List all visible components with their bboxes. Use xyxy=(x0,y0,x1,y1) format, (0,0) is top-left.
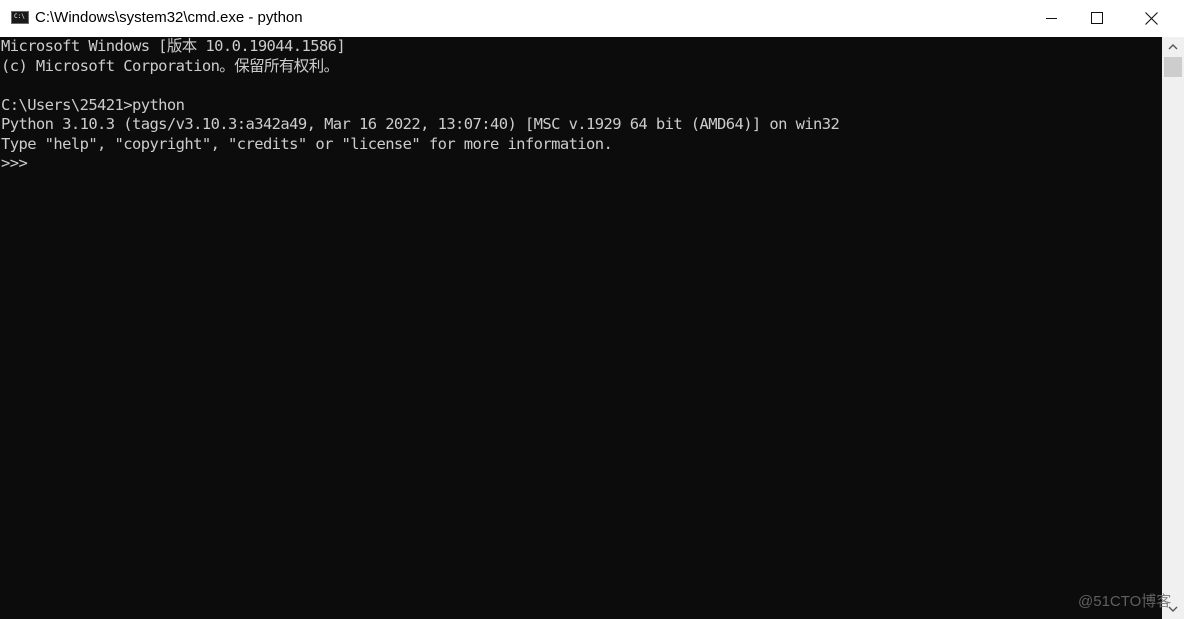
console-line: C:\Users\25421>python xyxy=(1,95,185,114)
window-title: C:\Windows\system32\cmd.exe - python xyxy=(35,9,303,26)
vertical-scrollbar[interactable] xyxy=(1162,37,1184,619)
scroll-up-button[interactable] xyxy=(1162,37,1184,57)
minimize-button[interactable] xyxy=(1028,0,1074,36)
watermark: @51CTO博客 xyxy=(1078,593,1172,610)
console-line: Microsoft Windows [版本 10.0.19044.1586] xyxy=(1,37,346,55)
close-icon xyxy=(1144,11,1158,25)
python-prompt[interactable]: >>> xyxy=(0,154,1162,174)
title-bar[interactable]: C:\ C:\Windows\system32\cmd.exe - python xyxy=(0,0,1184,36)
chevron-up-icon xyxy=(1168,44,1178,50)
minimize-icon xyxy=(1045,17,1057,19)
maximize-icon xyxy=(1091,12,1103,24)
maximize-button[interactable] xyxy=(1074,0,1120,36)
scrollbar-thumb[interactable] xyxy=(1164,57,1182,77)
close-button[interactable] xyxy=(1128,0,1174,36)
cmd-app-icon[interactable]: C:\ xyxy=(11,11,29,24)
console-output[interactable]: Microsoft Windows [版本 10.0.19044.1586] (… xyxy=(0,37,1162,619)
console-line: Python 3.10.3 (tags/v3.10.3:a342a49, Mar… xyxy=(1,115,840,133)
console-line: (c) Microsoft Corporation。保留所有权利。 xyxy=(1,56,339,75)
console-line: Type "help", "copyright", "credits" or "… xyxy=(1,134,613,153)
